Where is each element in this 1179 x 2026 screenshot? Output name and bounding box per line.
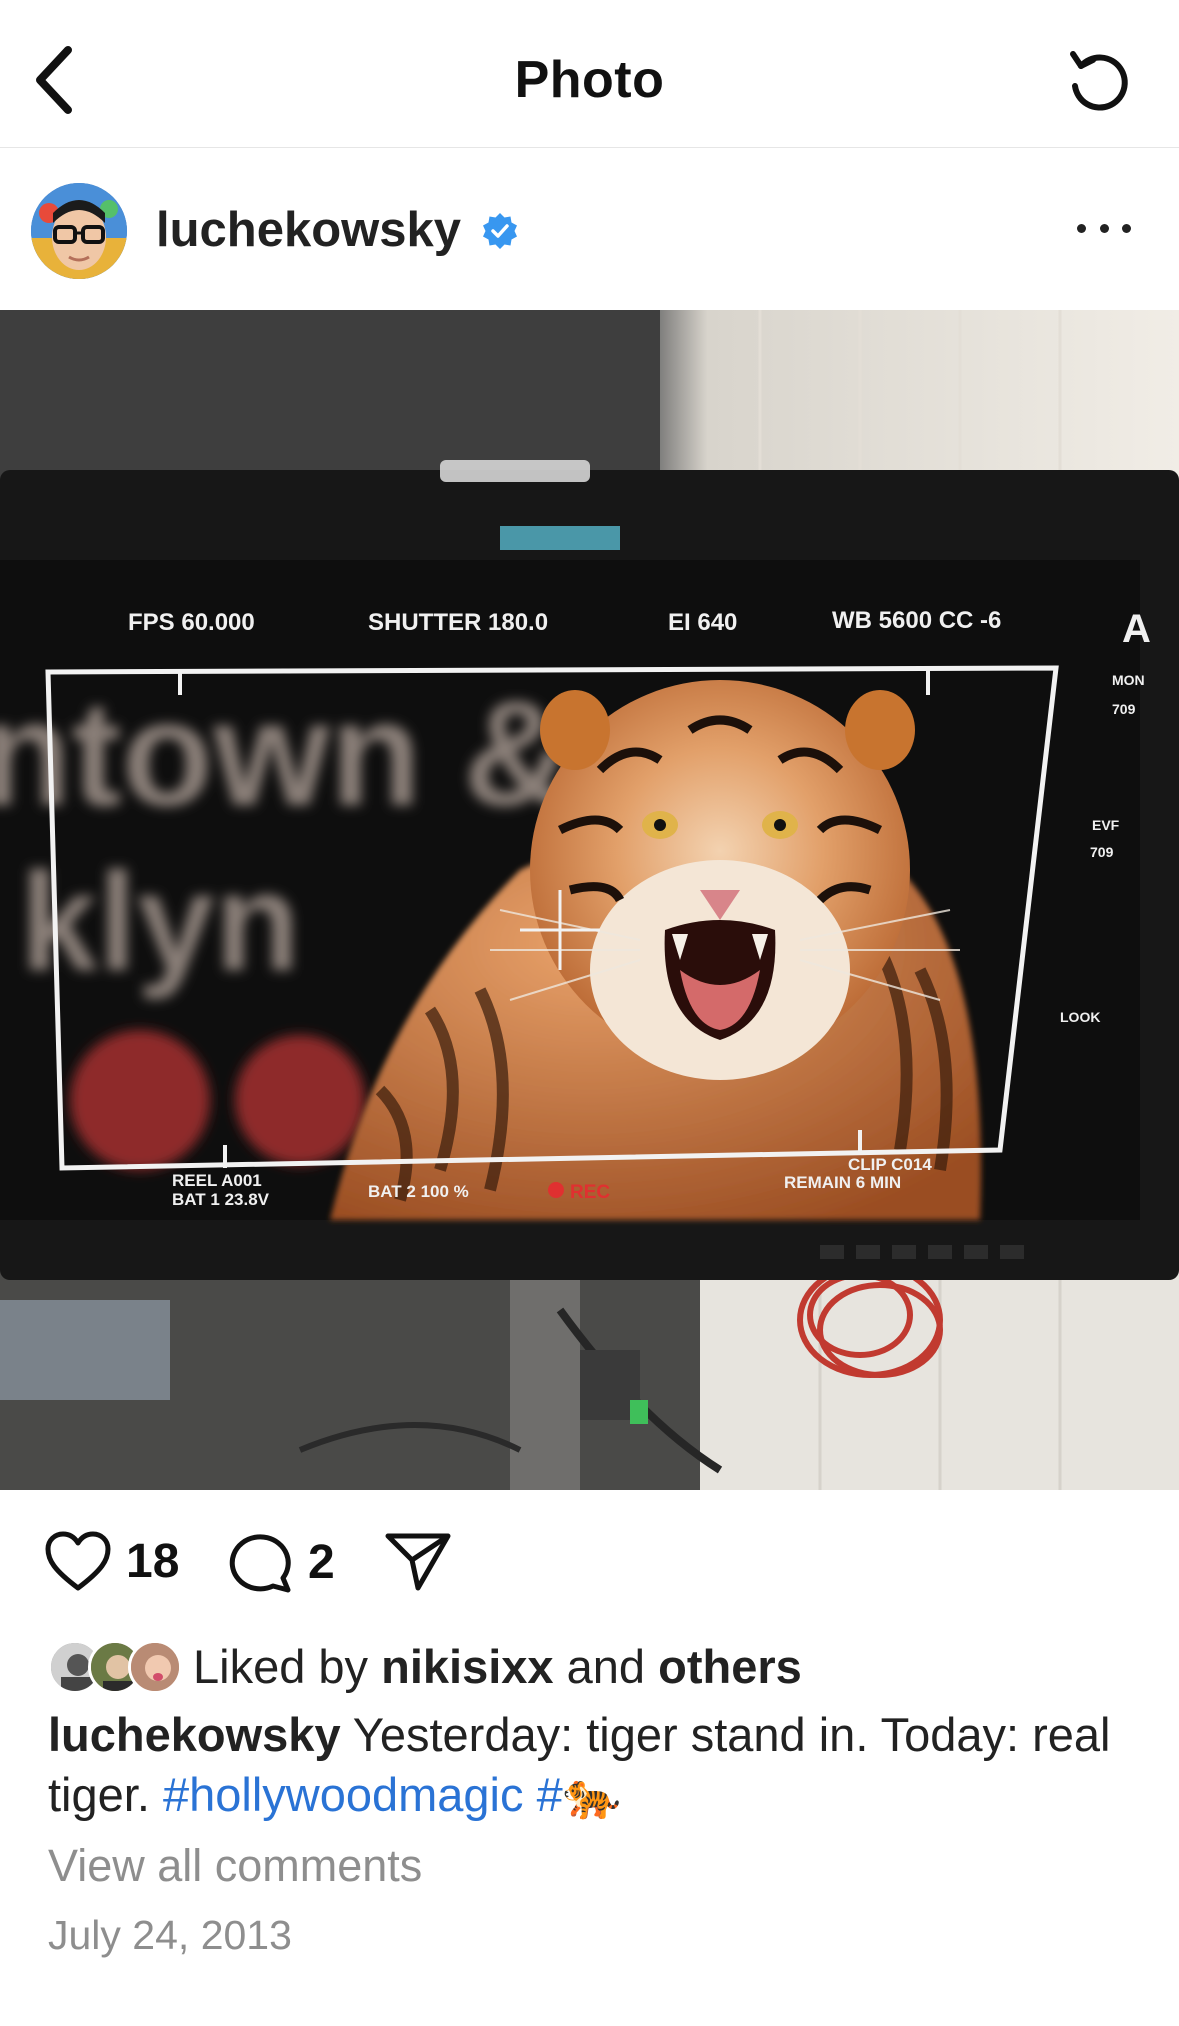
username[interactable]: luchekowsky: [156, 202, 461, 258]
liker-avatars: [48, 1638, 183, 1694]
overlay-wb: WB 5600 CC -6: [832, 607, 1001, 634]
liked-by-and: and: [566, 1639, 646, 1693]
post-caption: luchekowsky Yesterday: tiger stand in. T…: [48, 1705, 1138, 1825]
hashtag-hollywoodmagic[interactable]: #hollywoodmagic: [163, 1768, 524, 1821]
blurred-sign-text-2: klyn: [20, 843, 300, 1000]
comment-icon: [229, 1534, 291, 1593]
send-icon: [385, 1533, 451, 1591]
top-bar: Photo: [0, 0, 1179, 148]
liked-by-row[interactable]: Liked by nikisixx and others: [48, 1636, 802, 1696]
overlay-rec: REC: [570, 1182, 610, 1203]
more-dot-icon: [1077, 223, 1086, 233]
verified-badge-icon: [483, 213, 517, 249]
overlay-a: A: [1122, 607, 1151, 651]
caption-username[interactable]: luchekowsky: [48, 1708, 341, 1761]
refresh-button[interactable]: [1061, 44, 1135, 118]
liked-by-user[interactable]: nikisixx: [381, 1639, 553, 1694]
share-button[interactable]: [384, 1530, 452, 1592]
overlay-mon-val: 709: [1112, 701, 1136, 717]
hashtag-tiger[interactable]: #🐅: [537, 1768, 622, 1821]
liker-avatar: [128, 1640, 182, 1694]
post-photo[interactable]: ntown & klyn FPS 60.000 SHUTTER 180.0 EI…: [0, 310, 1179, 1490]
avatar-image: [31, 183, 127, 279]
view-all-comments-link[interactable]: View all comments: [48, 1840, 422, 1892]
overlay-remain: REMAIN 6 MIN: [784, 1173, 901, 1192]
liked-by-prefix: Liked by: [193, 1639, 369, 1693]
more-dot-icon: [1099, 223, 1109, 233]
overlay-evf: EVF: [1092, 817, 1120, 833]
overlay-ei: EI 640: [668, 609, 737, 636]
overlay-bat2: BAT 2 100 %: [368, 1182, 469, 1201]
overlay-shutter: SHUTTER 180.0: [368, 609, 548, 636]
photo-image: ntown & klyn FPS 60.000 SHUTTER 180.0 EI…: [0, 310, 1179, 1490]
more-options-button[interactable]: [1069, 206, 1139, 250]
overlay-reel: REEL A001: [172, 1171, 262, 1190]
comment-button[interactable]: 2: [228, 1530, 335, 1594]
overlay-mon: MON: [1112, 672, 1145, 688]
post-header: luchekowsky: [0, 148, 1179, 310]
refresh-icon: [1070, 51, 1128, 111]
more-dot-icon: [1122, 223, 1131, 233]
overlay-evf-val: 709: [1090, 844, 1114, 860]
overlay-fps: FPS 60.000: [128, 609, 255, 636]
liked-by-others[interactable]: others: [658, 1639, 802, 1694]
post-date: July 24, 2013: [48, 1912, 292, 1958]
action-bar: 18 2: [0, 1490, 1179, 1640]
heart-icon: [45, 1531, 111, 1591]
avatar[interactable]: [31, 183, 127, 279]
overlay-bat1: BAT 1 23.8V: [172, 1190, 270, 1209]
overlay-look: LOOK: [1060, 1009, 1100, 1025]
comments-count: 2: [308, 1535, 335, 1589]
blurred-sign-text-1: ntown &: [0, 669, 572, 837]
overlay-clip: CLIP C014: [848, 1155, 932, 1174]
page-title: Photo: [514, 51, 665, 109]
likes-count: 18: [126, 1534, 180, 1588]
like-button[interactable]: 18: [44, 1530, 179, 1592]
